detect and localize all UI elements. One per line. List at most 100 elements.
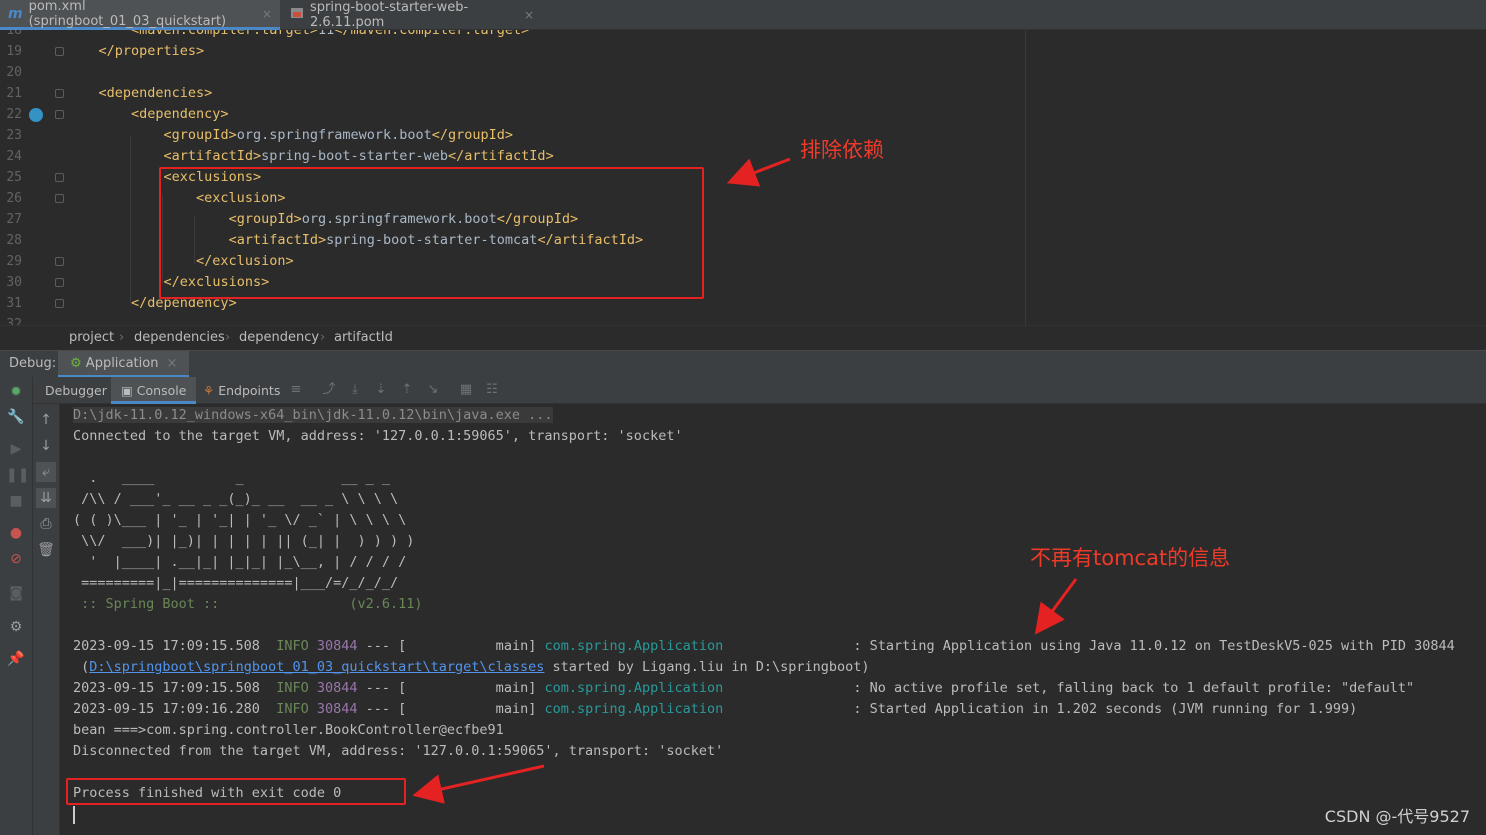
close-icon[interactable]: × [167,356,178,371]
chevron-right-icon: › [225,330,231,345]
trash-icon[interactable]: 🗑 [36,540,56,560]
fold-marker[interactable] [55,299,64,308]
chevron-right-icon: › [119,330,125,345]
console-line: bean ===>com.spring.controller.BookContr… [73,722,504,738]
tab-console-label: Console [136,383,187,398]
print-icon[interactable]: ⎙ [36,514,56,534]
tab-debugger[interactable]: Debugger [35,377,117,404]
code-line: <maven.compiler.target>11</maven.compile… [131,30,530,38]
log-line: (D:\springboot\springboot_01_03_quicksta… [73,659,870,675]
breadcrumb-dependency[interactable]: dependency [239,330,319,345]
annotation-no-tomcat: 不再有tomcat的信息 [1030,546,1231,570]
console-line: . ____ _ __ _ _ [73,470,390,486]
maven-icon: m [8,5,23,22]
fold-marker[interactable] [55,47,64,56]
run-to-cursor-icon[interactable]: ↘ [425,382,441,398]
mute-breakpoints-icon[interactable]: ⊘ [6,549,26,569]
fold-marker[interactable] [55,257,64,266]
tab-console[interactable]: ▣ Console [111,377,197,404]
fold-marker[interactable] [55,278,64,287]
view-breakpoints-icon[interactable]: ● [6,523,26,543]
breadcrumb-project[interactable]: project [69,330,114,345]
code-line: <artifactId>spring-boot-starter-web</art… [163,148,554,164]
stop-icon[interactable]: ■ [6,491,26,511]
fold-marker[interactable] [55,110,64,119]
show-execution-point-icon[interactable]: ⤴ [321,382,337,398]
classpath-link[interactable]: D:\springboot\springboot_01_03_quickstar… [89,659,544,675]
pause-icon[interactable]: ❚❚ [6,465,29,485]
settings-gear-icon[interactable]: ⚙ [6,617,26,637]
log-line: 2023-09-15 17:09:16.280 INFO 30844 --- [… [73,701,1358,717]
line-number: 32 [6,317,22,325]
wrench-icon[interactable]: 🔧 [6,407,26,427]
line-number: 31 [6,296,22,311]
code-line: <groupId>org.springframework.boot</group… [163,127,514,143]
scroll-to-end-icon[interactable]: ⇊ [36,488,56,508]
code-line: <dependencies> [98,85,213,101]
line-number: 18 [6,30,22,38]
fold-marker[interactable] [55,194,64,203]
breadcrumb-dependencies[interactable]: dependencies [134,330,225,345]
breadcrumb: project › dependencies › dependency › ar… [0,325,1486,349]
tab-starter-web-pom[interactable]: spring-boot-starter-web-2.6.11.pom × [282,0,542,30]
annotation-exclude-deps: 排除依赖 [800,138,884,162]
debug-tool-window-header: Debug: ⚙ Application × [0,350,1486,378]
debug-label: Debug: [9,356,57,371]
endpoints-icon: ⚘ [203,383,215,398]
tab-endpoints-label: Endpoints [218,383,281,398]
menu-icon[interactable]: ≡ [288,382,304,398]
line-number: 21 [6,86,22,101]
rerun-debug-icon[interactable]: ✹ [6,382,26,402]
console-left-toolbar: ↑ ↓ ⤶ ⇊ ⎙ 🗑 [33,404,60,835]
tab-application[interactable]: ⚙ Application × [58,351,190,378]
maven-dependency-gutter-icon[interactable] [29,108,43,122]
soft-wrap-icon[interactable]: ⤶ [36,462,56,482]
spring-boot-icon: ⚙ [70,356,82,371]
console-icon: ▣ [121,383,133,398]
console-line: Connected to the target VM, address: '12… [73,428,683,444]
resume-icon[interactable]: ▶ [6,439,26,459]
console-line: Disconnected from the target VM, address… [73,743,724,759]
log-line: 2023-09-15 17:09:15.508 INFO 30844 --- [… [73,638,1455,654]
console-output[interactable]: D:\jdk-11.0.12_windows-x64_bin\jdk-11.0.… [60,404,1486,835]
annotation-box-exit-code [66,778,406,805]
breadcrumb-artifactid[interactable]: artifactId [334,330,393,345]
evaluate-expression-icon[interactable]: ▦ [458,382,474,398]
line-number: 27 [6,212,22,227]
console-line: D:\jdk-11.0.12_windows-x64_bin\jdk-11.0.… [73,407,553,423]
tab-endpoints[interactable]: ⚘ Endpoints [193,377,290,404]
tab-application-label: Application [85,356,159,371]
tab-label: spring-boot-starter-web-2.6.11.pom [310,0,469,30]
trace-stream-icon[interactable]: ☷ [484,382,500,398]
chevron-right-icon: › [320,330,326,345]
line-number: 22 [6,107,22,122]
log-line: 2023-09-15 17:09:15.508 INFO 30844 --- [… [73,680,1415,696]
line-number: 30 [6,275,22,290]
line-number: 26 [6,191,22,206]
arrow-up-icon[interactable]: ↑ [36,410,56,430]
step-out-icon[interactable]: ⇡ [399,382,415,398]
debug-toolbar: Debugger ▣ Console ⚘ Endpoints ≡ ⤴ ⤓ ⇣ ⇡… [33,377,1486,404]
line-number: 29 [6,254,22,269]
right-margin-guide [1025,30,1026,325]
code-line: </properties> [98,43,205,59]
fold-marker[interactable] [55,89,64,98]
console-line: :: Spring Boot :: (v2.6.11) [73,596,423,612]
line-number: 25 [6,170,22,185]
annotation-box-exclusions [159,167,704,299]
text-caret [73,806,75,824]
tab-pom-xml[interactable]: m pom.xml (springboot_01_03_quickstart) … [0,0,280,30]
close-icon[interactable]: × [524,8,534,22]
fold-marker[interactable] [55,173,64,182]
close-icon[interactable]: × [262,7,272,21]
arrow-down-icon[interactable]: ↓ [36,436,56,456]
watermark: CSDN @-代号9527 [1324,807,1470,826]
console-line: \\/ ___)| |_)| | | | | || (_| | ) ) ) ) [73,533,415,549]
step-over-icon[interactable]: ⤓ [347,382,363,398]
editor-tab-bar: m pom.xml (springboot_01_03_quickstart) … [0,0,1486,30]
tab-label: pom.xml (springboot_01_03_quickstart) [28,0,227,29]
camera-icon[interactable]: ◙ [6,583,26,603]
pom-file-icon [290,6,304,24]
step-into-icon[interactable]: ⇣ [373,382,389,398]
pin-icon[interactable]: 📌 [6,649,26,669]
